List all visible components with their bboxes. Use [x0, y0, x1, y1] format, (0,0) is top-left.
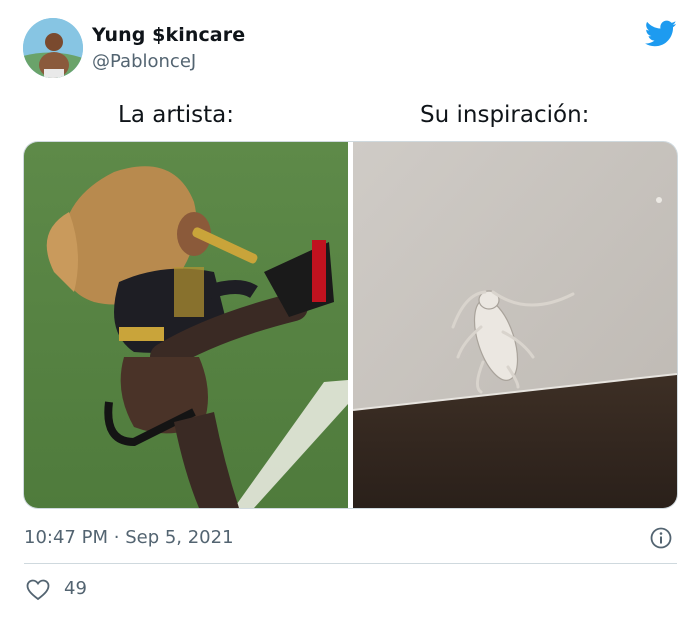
heart-icon[interactable] [26, 579, 50, 601]
tweet-timestamp[interactable]: 10:47 PM · Sep 5, 2021 [24, 527, 234, 548]
avatar[interactable] [23, 18, 83, 78]
tweet-divider [24, 563, 677, 564]
user-handle[interactable]: @PablonceJ [92, 51, 196, 72]
tweet-time: 10:47 PM [24, 527, 108, 548]
performer-photo[interactable] [24, 142, 348, 508]
twitter-bird-icon[interactable] [645, 20, 677, 48]
tweet-card: Yung $kincare @PablonceJ La artista: Su … [0, 0, 700, 617]
caption-right: Su inspiración: [420, 102, 590, 128]
cockroach-wall-photo[interactable] [353, 142, 677, 508]
like-count[interactable]: 49 [64, 578, 87, 599]
info-icon[interactable] [650, 527, 672, 549]
timestamp-separator: · [113, 527, 120, 548]
display-name[interactable]: Yung $kincare [92, 24, 245, 46]
media-grid[interactable] [24, 142, 677, 508]
tweet-date: Sep 5, 2021 [125, 527, 234, 548]
caption-left: La artista: [118, 102, 235, 128]
